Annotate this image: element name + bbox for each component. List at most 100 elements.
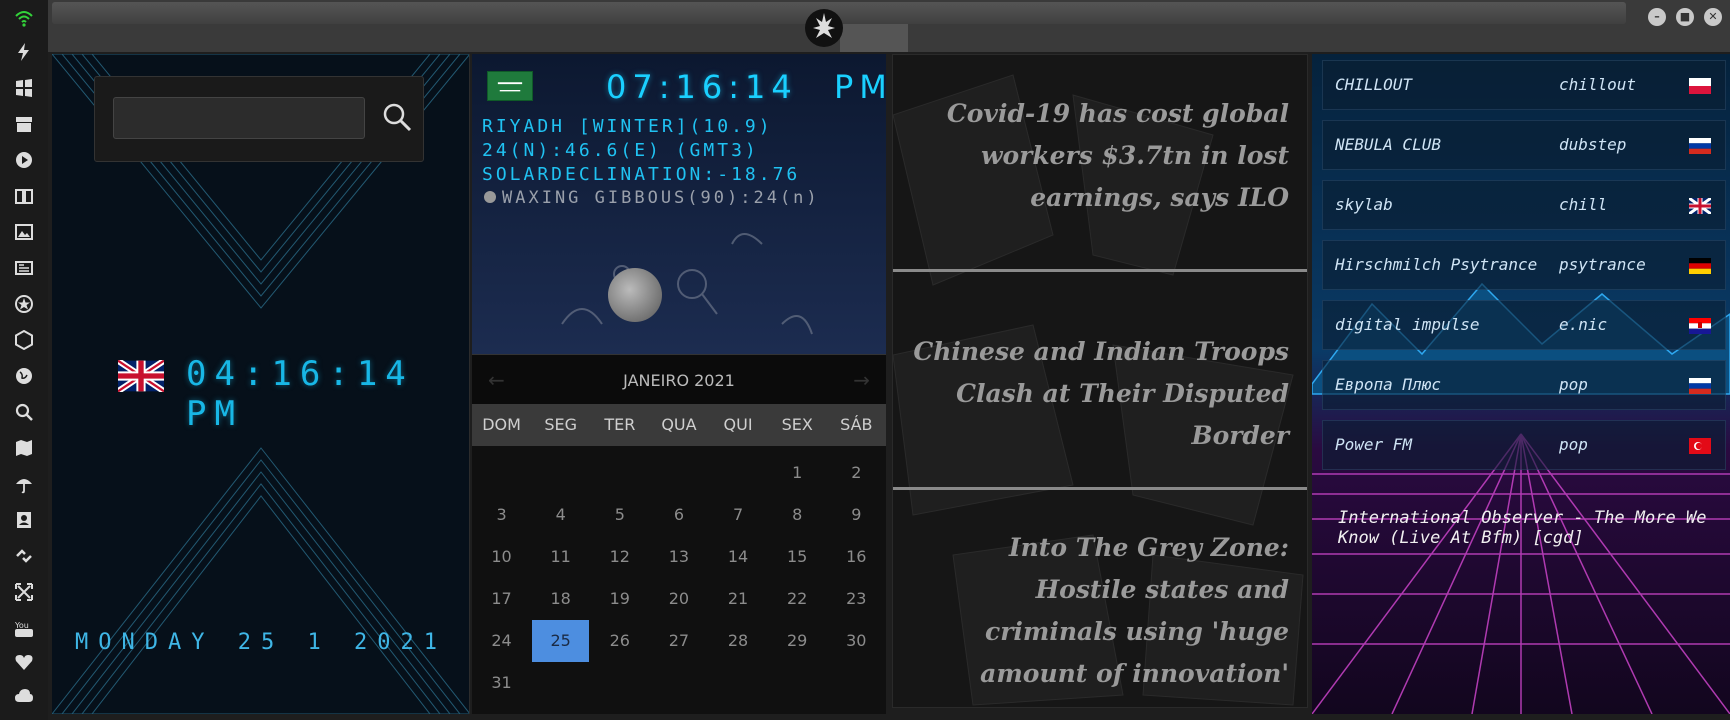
minimize-button[interactable]: – bbox=[1648, 8, 1666, 26]
russia-flag-icon bbox=[1689, 138, 1711, 154]
sidebar: You bbox=[0, 0, 48, 720]
cloud-icon[interactable] bbox=[12, 684, 36, 708]
station-genre: pop bbox=[1559, 435, 1588, 454]
calendar-day[interactable]: 22 bbox=[768, 578, 827, 620]
calendar-day[interactable]: 20 bbox=[649, 578, 708, 620]
croatia-flag-icon bbox=[1689, 318, 1711, 334]
search-input[interactable] bbox=[113, 97, 365, 139]
maximize-button[interactable]: ■ bbox=[1676, 8, 1694, 26]
calendar-day[interactable]: 24 bbox=[472, 620, 531, 662]
image-icon[interactable] bbox=[12, 220, 36, 244]
local-time: 04:16:14 PM bbox=[186, 354, 414, 434]
link-icon[interactable] bbox=[12, 544, 36, 568]
news-item[interactable]: Covid-19 has cost global workers $3.7tn … bbox=[893, 93, 1307, 219]
news-item[interactable]: Into The Grey Zone: Hostile states and c… bbox=[893, 527, 1307, 695]
center-tab[interactable] bbox=[840, 24, 908, 52]
archive-icon[interactable] bbox=[12, 112, 36, 136]
calendar-day[interactable]: 28 bbox=[709, 620, 768, 662]
calendar-day[interactable]: 8 bbox=[768, 494, 827, 536]
book-icon[interactable] bbox=[12, 184, 36, 208]
contacts-icon[interactable] bbox=[12, 508, 36, 532]
close-button[interactable]: ✕ bbox=[1704, 8, 1722, 26]
calendar-day[interactable]: 10 bbox=[472, 536, 531, 578]
calendar-day[interactable]: 16 bbox=[827, 536, 886, 578]
weekday-label: SEX bbox=[781, 415, 813, 434]
radio-station-row[interactable]: Power FM pop bbox=[1322, 420, 1726, 470]
calendar-day[interactable]: 14 bbox=[709, 536, 768, 578]
rebel-alliance-icon[interactable] bbox=[802, 6, 846, 50]
calendar-day[interactable]: 23 bbox=[827, 578, 886, 620]
calendar-days: 1 2 3 4 5 6 7 8 9 10 11 12 13 14 15 16 17 18 19 20 21 22 23 24 2… bbox=[472, 452, 886, 704]
news-panel: Covid-19 has cost global workers $3.7tn … bbox=[892, 54, 1308, 708]
calendar-day-today[interactable]: 25 bbox=[532, 620, 590, 662]
windows-icon[interactable] bbox=[12, 76, 36, 100]
calendar-day[interactable]: 31 bbox=[472, 662, 531, 704]
calendar-day[interactable]: 19 bbox=[590, 578, 649, 620]
calendar-day[interactable]: 1 bbox=[768, 452, 827, 494]
calendar-day[interactable]: 11 bbox=[531, 536, 590, 578]
station-genre: e.nic bbox=[1559, 315, 1608, 334]
calendar-day[interactable]: 13 bbox=[649, 536, 708, 578]
search-icon[interactable] bbox=[12, 400, 36, 424]
station-name: digital impulse bbox=[1335, 315, 1480, 334]
youtube-icon[interactable]: You bbox=[12, 616, 36, 640]
saudi-flag-icon bbox=[487, 71, 533, 101]
calendar-day[interactable]: 17 bbox=[472, 578, 531, 620]
weekday-label: QUI bbox=[723, 415, 753, 434]
radio-station-row[interactable]: NEBULA CLUB dubstep bbox=[1322, 120, 1726, 170]
calendar-day[interactable]: 6 bbox=[649, 494, 708, 536]
play-icon[interactable] bbox=[12, 148, 36, 172]
radio-station-row[interactable]: skylab chill bbox=[1322, 180, 1726, 230]
next-month-button[interactable]: → bbox=[853, 368, 870, 392]
calendar-blank bbox=[590, 452, 649, 494]
wifi-icon[interactable] bbox=[12, 6, 36, 30]
radio-station-row[interactable]: Hirschmilch Psytrance psytrance bbox=[1322, 240, 1726, 290]
expand-icon[interactable] bbox=[12, 580, 36, 604]
radio-station-row[interactable]: CHILLOUT chillout bbox=[1322, 60, 1726, 110]
calendar-day[interactable]: 9 bbox=[827, 494, 886, 536]
umbrella-icon[interactable] bbox=[12, 472, 36, 496]
search-icon[interactable] bbox=[379, 99, 415, 135]
radio-station-row[interactable]: Европа Плюс pop bbox=[1322, 360, 1726, 410]
station-genre: dubstep bbox=[1559, 135, 1627, 154]
bolt-icon[interactable] bbox=[12, 40, 36, 64]
star-badge-icon[interactable] bbox=[12, 292, 36, 316]
calendar-day[interactable]: 2 bbox=[827, 452, 886, 494]
calendar-day[interactable]: 27 bbox=[649, 620, 708, 662]
calendar-day[interactable]: 21 bbox=[709, 578, 768, 620]
calendar-day[interactable]: 30 bbox=[827, 620, 886, 662]
poland-flag-icon bbox=[1689, 78, 1711, 94]
calendar-day[interactable]: 7 bbox=[709, 494, 768, 536]
map-icon[interactable] bbox=[12, 436, 36, 460]
news-divider bbox=[893, 487, 1307, 490]
station-name: CHILLOUT bbox=[1335, 75, 1413, 94]
calendar-day[interactable]: 18 bbox=[531, 578, 590, 620]
calendar-day[interactable]: 5 bbox=[590, 494, 649, 536]
moon-icon bbox=[484, 191, 496, 203]
local-clock-panel: 04:16:14 PM MONDAY 25 1 2021 bbox=[52, 54, 470, 714]
solar-declination: SOLARDECLINATION:-18.76 bbox=[482, 164, 801, 185]
globe-icon[interactable] bbox=[12, 364, 36, 388]
calendar-day[interactable]: 26 bbox=[590, 620, 649, 662]
station-name: skylab bbox=[1335, 195, 1393, 214]
moon-phase: WAXING GIBBOUS(90):24(n) bbox=[484, 188, 820, 208]
station-genre: psytrance bbox=[1559, 255, 1646, 274]
station-name: NEBULA CLUB bbox=[1335, 135, 1441, 154]
calendar-day[interactable]: 29 bbox=[768, 620, 827, 662]
calendar-day[interactable]: 4 bbox=[531, 494, 590, 536]
calendar-day[interactable]: 12 bbox=[590, 536, 649, 578]
calendar-blank bbox=[531, 452, 590, 494]
calendar-weekdays: DOM SEG TER QUA QUI SEX SÁB bbox=[472, 404, 886, 446]
radio-station-row[interactable]: digital impulse e.nic bbox=[1322, 300, 1726, 350]
heart-icon[interactable] bbox=[12, 650, 36, 674]
search-widget bbox=[94, 76, 424, 162]
news-item[interactable]: Chinese and Indian Troops Clash at Their… bbox=[893, 331, 1307, 457]
calendar-day[interactable]: 15 bbox=[768, 536, 827, 578]
station-name: Hirschmilch Psytrance bbox=[1335, 255, 1538, 274]
calendar-blank bbox=[709, 452, 768, 494]
calendar-month: JANEIRO 2021 bbox=[623, 371, 735, 390]
calendar-panel: ← JANEIRO 2021 → DOM SEG TER QUA QUI SEX SÁB 1… bbox=[472, 354, 886, 714]
calendar-day[interactable]: 3 bbox=[472, 494, 531, 536]
news-icon[interactable] bbox=[12, 256, 36, 280]
hexagon-icon[interactable] bbox=[12, 328, 36, 352]
